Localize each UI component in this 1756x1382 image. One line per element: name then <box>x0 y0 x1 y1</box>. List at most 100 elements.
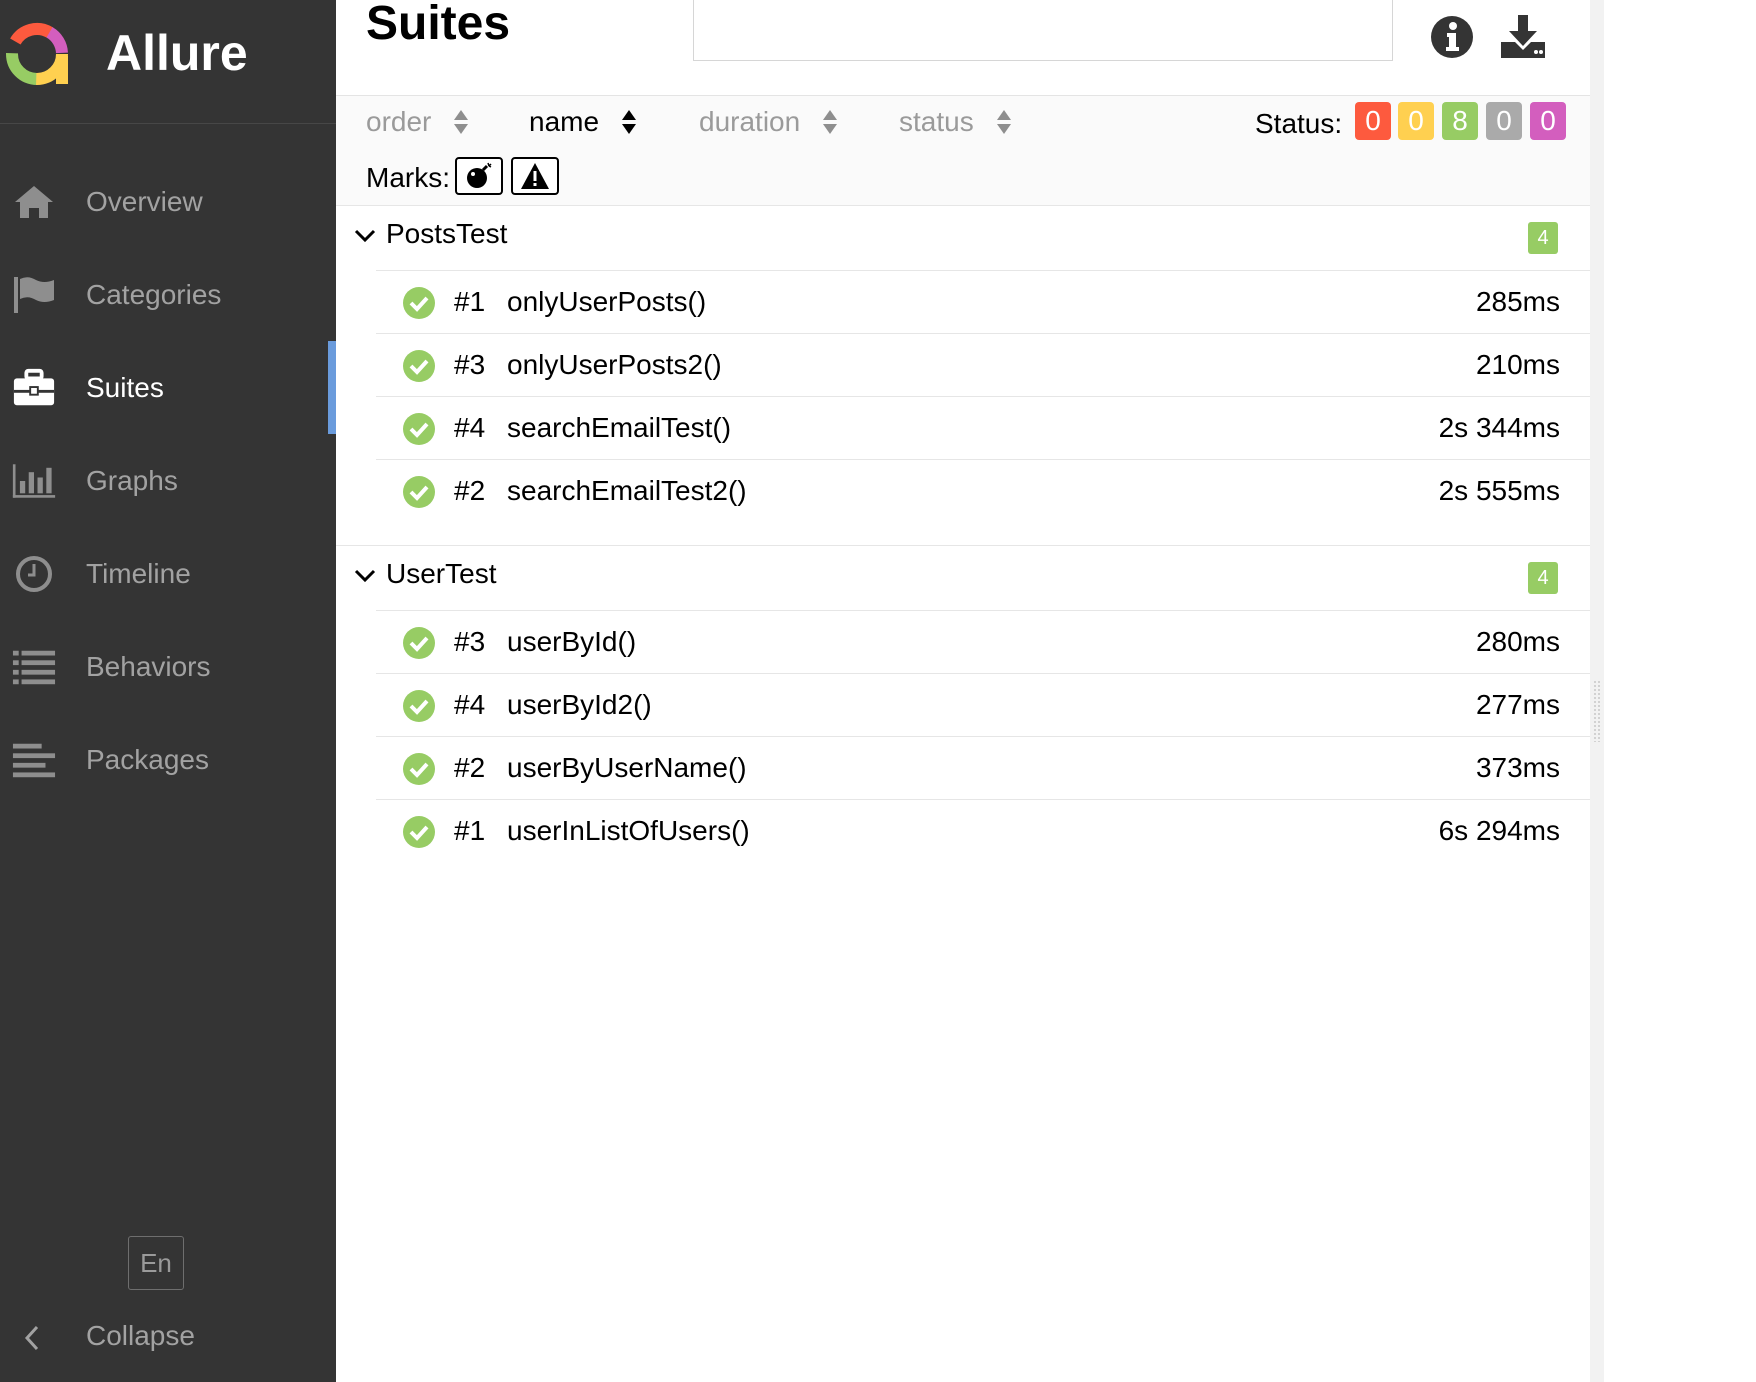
test-duration: 280ms <box>1475 626 1560 657</box>
sidebar: Allure Overview Categories Suites Graphs <box>0 0 336 1382</box>
sort-arrows-icon <box>454 110 469 134</box>
download-icon[interactable] <box>1498 12 1548 62</box>
chevron-down-icon <box>354 569 376 583</box>
briefcase-icon <box>12 368 56 408</box>
test-row[interactable]: #4 searchEmailTest() 2s 344ms <box>376 396 1590 459</box>
sidebar-item-label: Behaviors <box>86 650 211 682</box>
status-broken-toggle[interactable]: 0 <box>1398 102 1434 140</box>
chevron-left-icon <box>24 1325 39 1351</box>
suite-group-count-badge: 4 <box>1528 562 1558 594</box>
flaky-mark-toggle[interactable] <box>455 157 503 195</box>
passed-check-icon <box>403 476 435 508</box>
suite-group-count-badge: 4 <box>1528 222 1558 254</box>
search-input[interactable] <box>693 0 1393 61</box>
test-duration: 6s 294ms <box>1438 815 1560 846</box>
status-filter-label: Status: <box>1255 108 1343 139</box>
sidebar-item-label: Packages <box>86 743 209 775</box>
suite-group-header[interactable]: UserTest 4 <box>336 546 1590 610</box>
sidebar-item-packages[interactable]: Packages <box>0 713 336 806</box>
home-icon <box>12 182 56 222</box>
test-order-number: #1 <box>454 815 486 846</box>
list-icon <box>12 647 56 687</box>
controls-bar: order name duration status Status: 0 0 8… <box>336 96 1590 206</box>
test-order-number: #2 <box>454 475 486 506</box>
sidebar-item-behaviors[interactable]: Behaviors <box>0 620 336 713</box>
passed-check-icon <box>403 413 435 445</box>
sidebar-item-label: Suites <box>86 371 164 403</box>
test-duration: 210ms <box>1475 349 1560 380</box>
flaky-bomb-icon <box>467 162 492 188</box>
test-row[interactable]: #3 onlyUserPosts2() 210ms <box>376 333 1590 396</box>
brand: Allure <box>0 0 336 124</box>
language-switcher[interactable]: En <box>128 1236 184 1290</box>
test-order-number: #4 <box>454 412 486 443</box>
sort-label: name <box>529 106 600 137</box>
passed-check-icon <box>403 816 435 848</box>
suite-group-name: UserTest <box>386 558 497 589</box>
test-row[interactable]: #3 userById() 280ms <box>376 610 1590 673</box>
suite-group-header[interactable]: PostsTest 4 <box>336 206 1590 270</box>
splitter-grip[interactable] <box>1593 680 1601 742</box>
test-duration: 277ms <box>1475 689 1560 720</box>
align-left-icon <box>12 740 56 780</box>
status-passed-toggle[interactable]: 8 <box>1442 102 1478 140</box>
test-row[interactable]: #4 userById2() 277ms <box>376 673 1590 736</box>
warning-icon <box>521 163 549 189</box>
test-row[interactable]: #2 searchEmailTest2() 2s 555ms <box>376 459 1590 522</box>
allure-logo-icon <box>5 22 68 85</box>
test-name: searchEmailTest2() <box>507 475 747 506</box>
test-duration: 373ms <box>1475 752 1560 783</box>
sidebar-item-graphs[interactable]: Graphs <box>0 434 336 527</box>
test-duration: 2s 344ms <box>1438 412 1560 443</box>
test-name: searchEmailTest() <box>507 412 732 443</box>
passed-check-icon <box>403 287 435 319</box>
sort-label: status <box>899 106 974 137</box>
page-title: Suites <box>366 0 511 50</box>
passed-check-icon <box>403 690 435 722</box>
test-name: userById() <box>507 626 637 657</box>
sort-label: order <box>366 106 432 137</box>
flag-icon <box>12 275 56 315</box>
sidebar-item-timeline[interactable]: Timeline <box>0 527 336 620</box>
test-name: userById2() <box>507 689 652 720</box>
test-name: userByUserName() <box>507 752 747 783</box>
bar-chart-icon <box>12 461 56 501</box>
test-order-number: #1 <box>454 286 486 317</box>
sort-by-duration[interactable]: duration <box>699 106 838 138</box>
sort-by-order[interactable]: order <box>366 106 469 138</box>
chevron-down-icon <box>354 229 376 243</box>
status-skipped-toggle[interactable]: 0 <box>1486 102 1522 140</box>
clock-icon <box>12 554 56 594</box>
sidebar-item-label: Categories <box>86 278 222 310</box>
warning-mark-toggle[interactable] <box>511 157 559 195</box>
sort-label: duration <box>699 106 801 137</box>
sort-by-status[interactable]: status <box>899 106 1012 138</box>
status-unknown-toggle[interactable]: 0 <box>1530 102 1566 140</box>
marks-label: Marks: <box>366 162 450 193</box>
app-title: Allure <box>106 25 248 81</box>
info-icon[interactable] <box>1427 12 1477 62</box>
sidebar-item-suites[interactable]: Suites <box>0 341 336 434</box>
test-duration: 285ms <box>1475 286 1560 317</box>
passed-check-icon <box>403 627 435 659</box>
collapse-button[interactable]: Collapse <box>0 1312 336 1364</box>
test-duration: 2s 555ms <box>1438 475 1560 506</box>
sort-by-name[interactable]: name <box>529 106 637 138</box>
test-row[interactable]: #1 onlyUserPosts() 285ms <box>376 270 1590 333</box>
test-order-number: #3 <box>454 626 486 657</box>
test-name: userInListOfUsers() <box>507 815 750 846</box>
sidebar-item-overview[interactable]: Overview <box>0 155 336 248</box>
test-row[interactable]: #2 userByUserName() 373ms <box>376 736 1590 799</box>
sidebar-item-label: Timeline <box>86 557 191 589</box>
test-order-number: #4 <box>454 689 486 720</box>
sidebar-item-label: Overview <box>86 185 203 217</box>
pane-splitter[interactable] <box>1590 0 1604 1382</box>
test-row[interactable]: #1 userInListOfUsers() 6s 294ms <box>376 799 1590 862</box>
suite-group-name: PostsTest <box>386 218 508 249</box>
sidebar-item-label: Graphs <box>86 464 178 496</box>
test-name: onlyUserPosts2() <box>507 349 722 380</box>
test-name: onlyUserPosts() <box>507 286 707 317</box>
sidebar-item-categories[interactable]: Categories <box>0 248 336 341</box>
sort-arrows-icon <box>996 110 1011 134</box>
status-failed-toggle[interactable]: 0 <box>1355 102 1391 140</box>
